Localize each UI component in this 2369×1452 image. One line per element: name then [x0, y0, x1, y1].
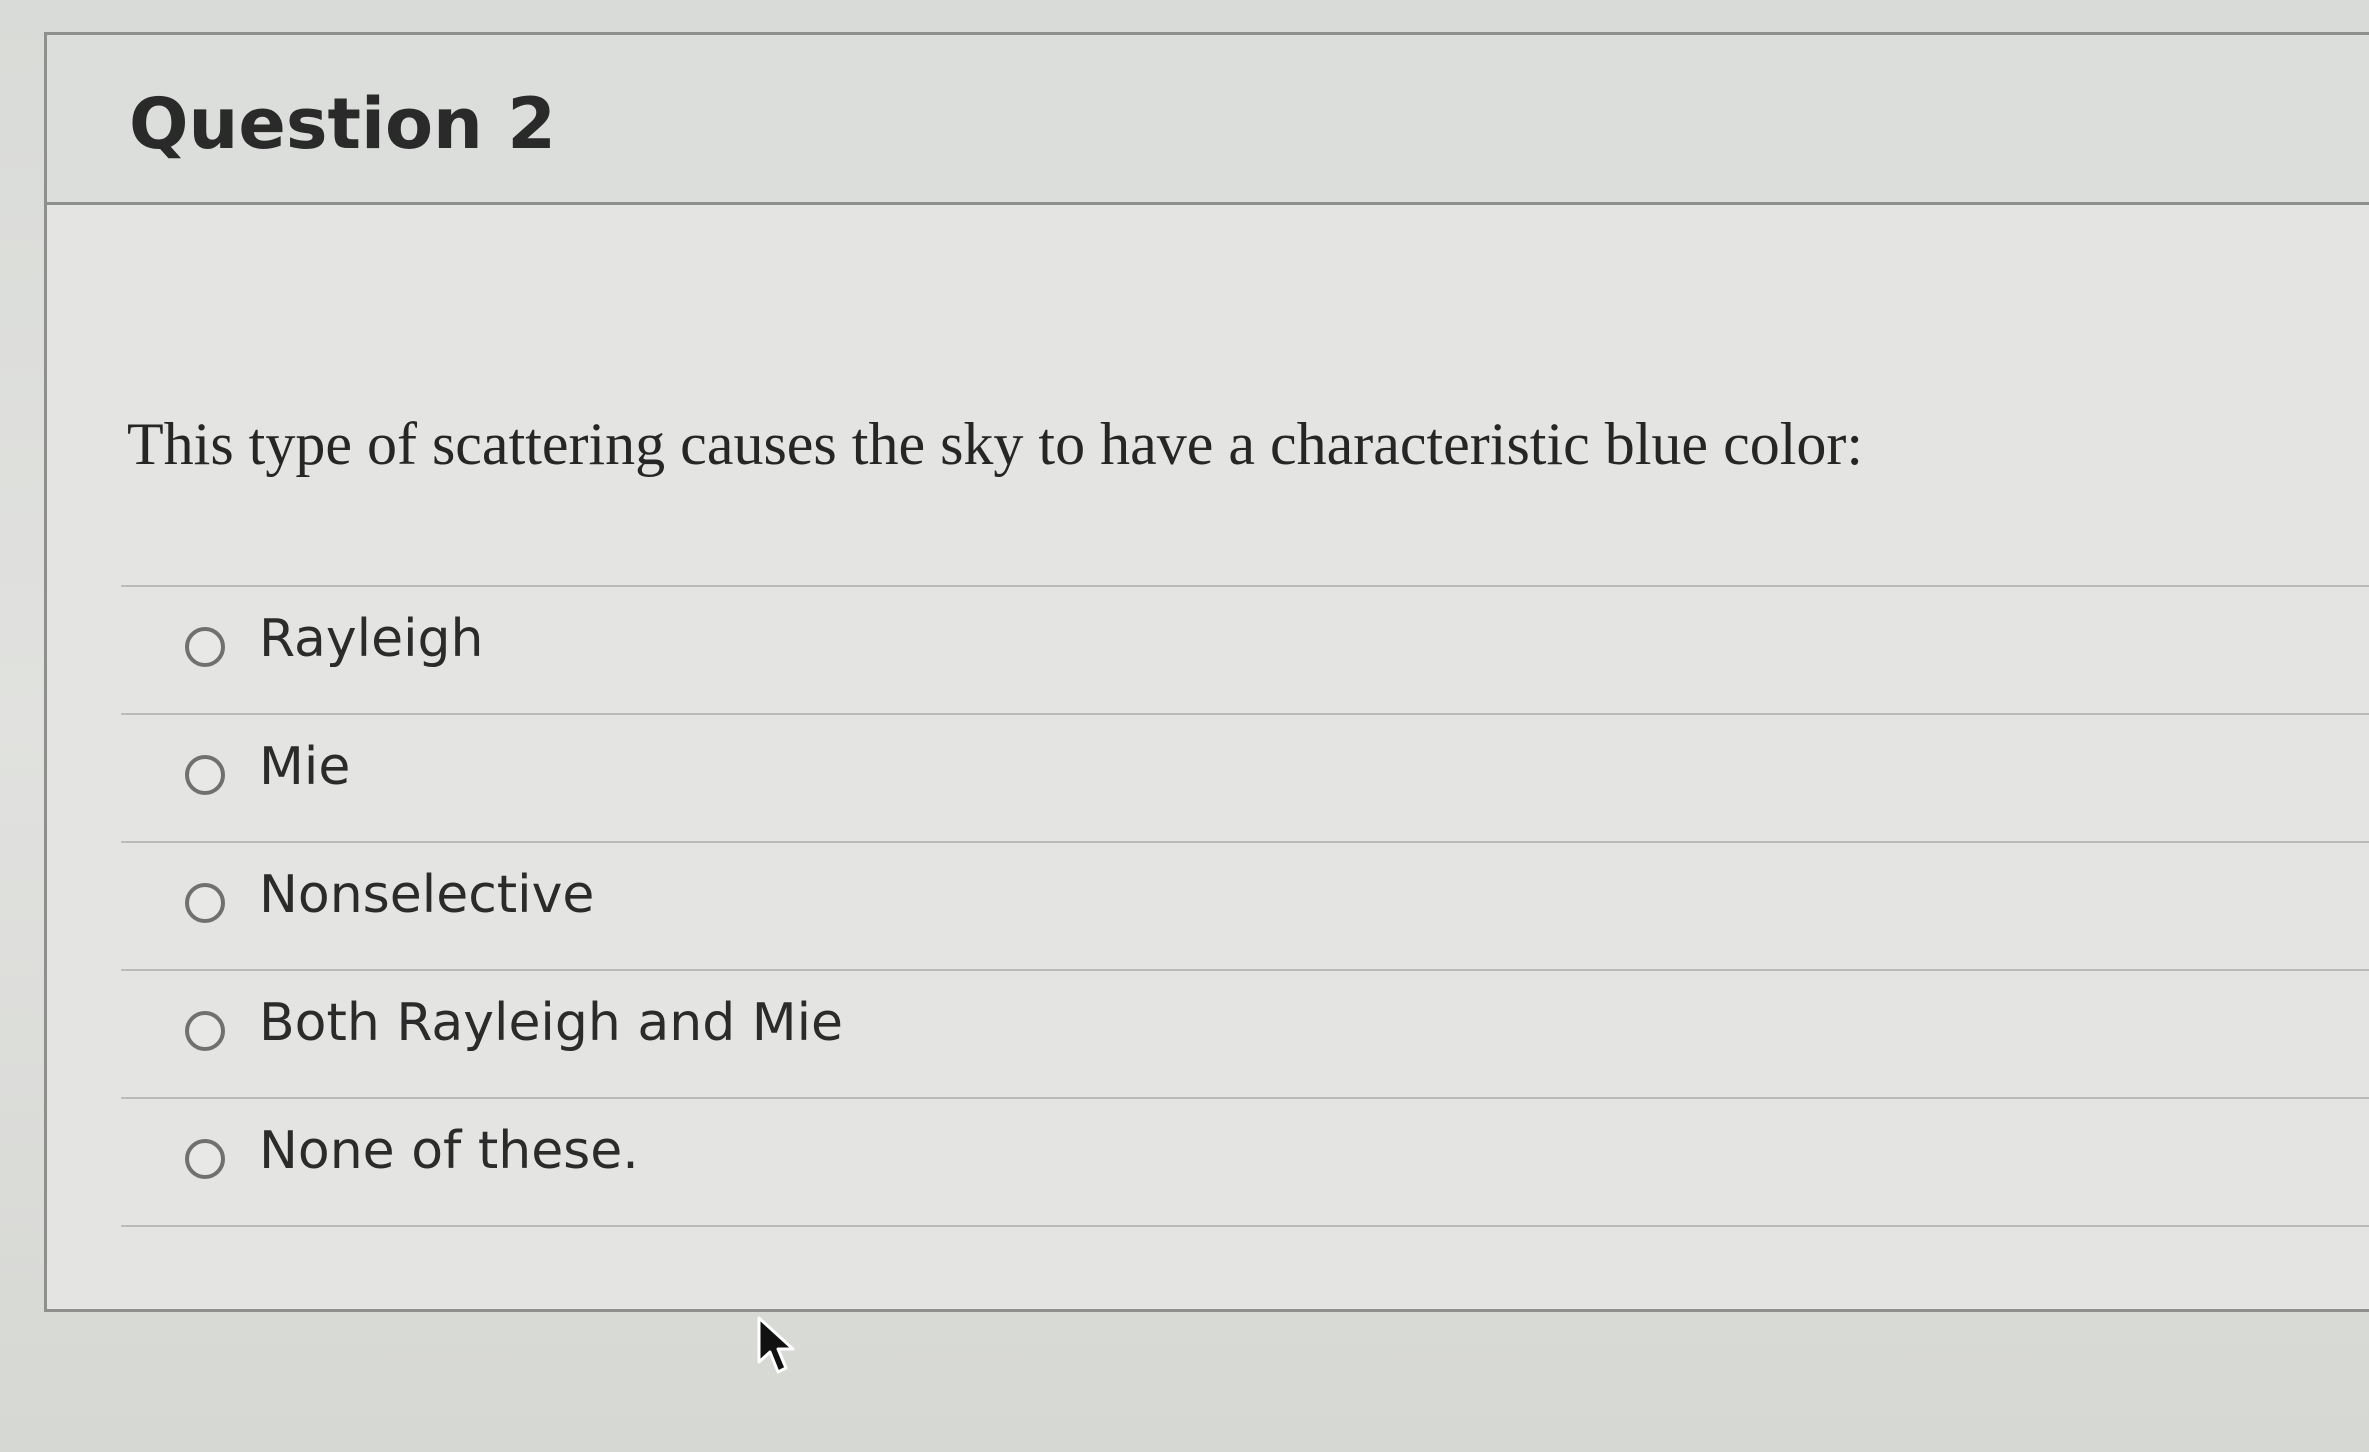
answer-option-nonselective[interactable]: Nonselective	[121, 843, 2369, 971]
question-header: Question 2	[47, 35, 2369, 205]
question-text: This type of scattering causes the sky t…	[127, 411, 1864, 477]
answer-label[interactable]: None of these.	[259, 1121, 639, 1181]
answer-label[interactable]: Nonselective	[259, 865, 594, 925]
answer-option-none[interactable]: None of these.	[121, 1099, 2369, 1227]
mouse-pointer-icon	[757, 1316, 795, 1374]
screen: Question 2 This type of scattering cause…	[0, 0, 2369, 1452]
answer-option-rayleigh[interactable]: Rayleigh	[121, 587, 2369, 715]
radio-unchecked-icon[interactable]	[185, 883, 225, 923]
radio-unchecked-icon[interactable]	[185, 1011, 225, 1051]
radio-unchecked-icon[interactable]	[185, 627, 225, 667]
answer-label[interactable]: Rayleigh	[259, 609, 483, 669]
radio-unchecked-icon[interactable]	[185, 755, 225, 795]
answer-label[interactable]: Both Rayleigh and Mie	[259, 993, 843, 1053]
answer-list: Rayleigh Mie Nonselective Both Rayleigh …	[121, 585, 2369, 1227]
answer-option-both[interactable]: Both Rayleigh and Mie	[121, 971, 2369, 1099]
answer-option-mie[interactable]: Mie	[121, 715, 2369, 843]
question-title: Question 2	[129, 83, 556, 165]
question-card: Question 2 This type of scattering cause…	[44, 32, 2369, 1312]
answer-label[interactable]: Mie	[259, 737, 350, 797]
radio-unchecked-icon[interactable]	[185, 1139, 225, 1179]
